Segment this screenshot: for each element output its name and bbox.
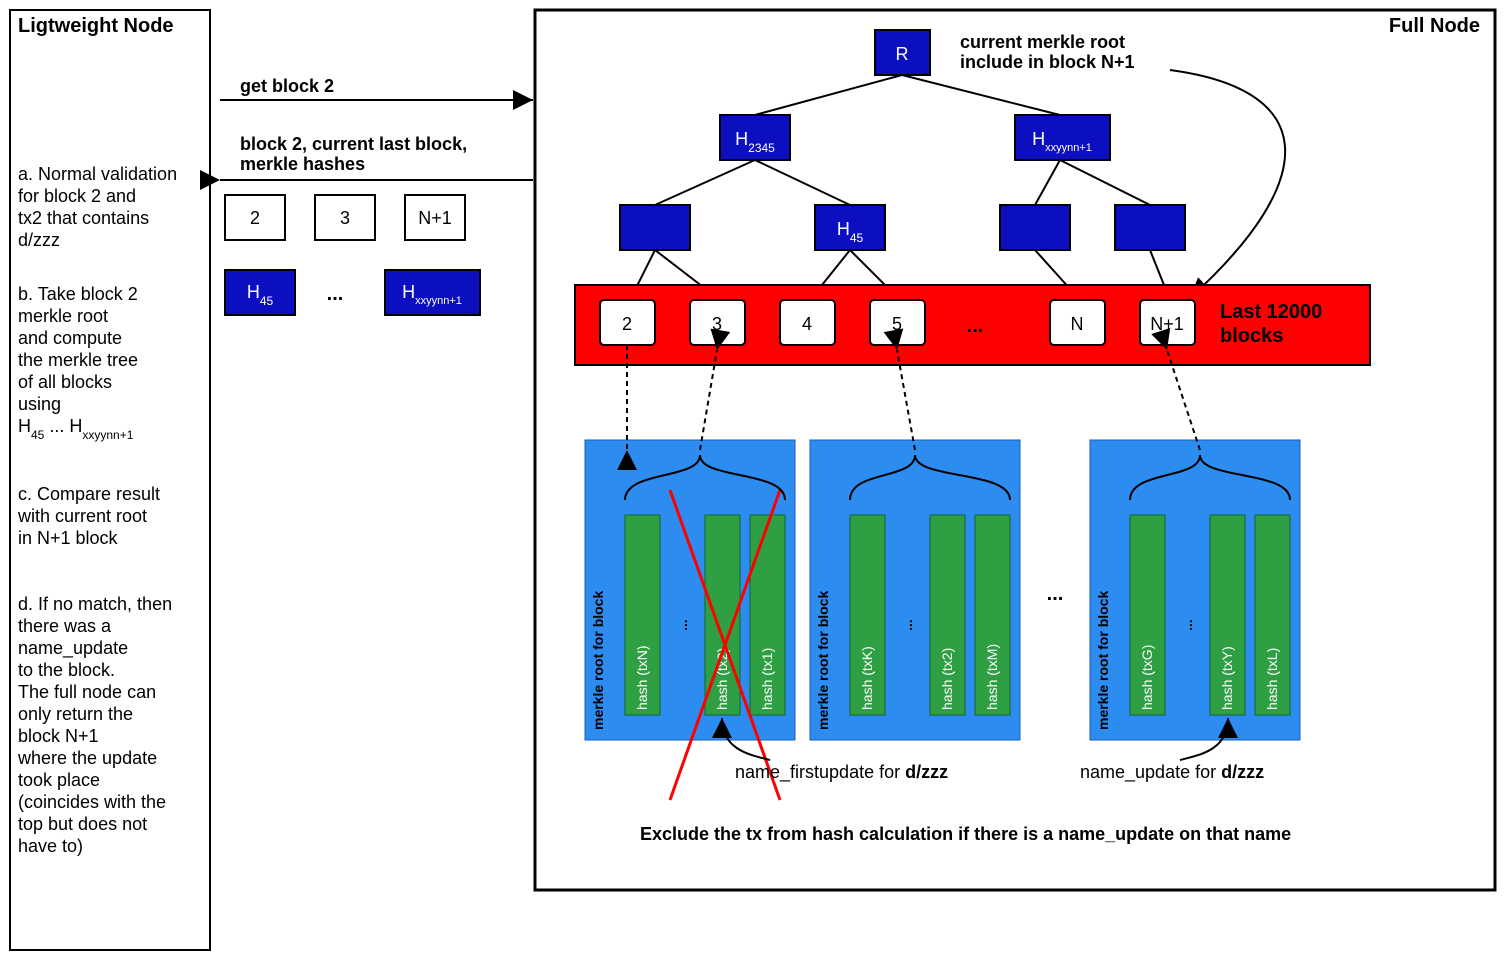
- footer-text: Exclude the tx from hash calculation if …: [640, 824, 1291, 844]
- tree-l3a: [620, 205, 690, 250]
- merkle-box-2: merkle root for block hash (txK) ... has…: [810, 350, 1020, 740]
- svg-text:merkle root for block: merkle root for block: [1095, 591, 1111, 730]
- svg-text:R: R: [896, 44, 909, 64]
- root-note-arrow: [1170, 70, 1285, 298]
- svg-text:merkle root for block: merkle root for block: [815, 591, 831, 730]
- step-d: d. If no match, then there was a name_up…: [17, 594, 177, 856]
- step-b: b. Take block 2 merkle root and compute …: [18, 284, 143, 442]
- svg-text:hash (txY): hash (txY): [1219, 646, 1235, 710]
- step-a: a. Normal validation for block 2 and tx2…: [18, 164, 182, 250]
- step-c: c. Compare result with current root in N…: [17, 484, 165, 548]
- response-label: block 2, current last block, merkle hash…: [240, 134, 472, 174]
- tree-l3d: [1115, 205, 1185, 250]
- merkle-box-3: merkle root for block hash (txG) ... has…: [1090, 350, 1300, 740]
- merkle-box-1: merkle root for block hash (txN) ... has…: [585, 345, 795, 800]
- lightweight-title: Ligtweight Node: [18, 15, 174, 37]
- svg-text:hash (tx1): hash (tx1): [759, 648, 775, 710]
- svg-text:...: ...: [327, 283, 344, 305]
- annot2: name_update for d/zzz: [1080, 762, 1264, 783]
- svg-text:...: ...: [674, 619, 690, 631]
- svg-text:2: 2: [250, 208, 260, 228]
- annot1: name_firstupdate for d/zzz: [735, 762, 948, 783]
- svg-text:hash (txL): hash (txL): [1264, 648, 1280, 710]
- svg-text:hash (txK): hash (txK): [859, 646, 875, 710]
- request-label: get block 2: [240, 76, 334, 96]
- full-node-title: Full Node: [1389, 15, 1480, 37]
- svg-text:N: N: [1071, 314, 1084, 334]
- root-note: current merkle root include in block N+1: [960, 32, 1135, 72]
- response-blocks: 2 3 N+1: [225, 195, 465, 240]
- leaf-blocks: 2 3 4 5 ... N N+1: [600, 300, 1195, 345]
- tree-l3c: [1000, 205, 1070, 250]
- svg-text:N+1: N+1: [418, 208, 452, 228]
- svg-text:...: ...: [899, 619, 915, 631]
- svg-text:merkle root for block: merkle root for block: [590, 591, 606, 730]
- svg-text:4: 4: [802, 314, 812, 334]
- tree-edges: [630, 75, 1170, 300]
- svg-text:hash (txN): hash (txN): [634, 645, 650, 710]
- svg-text:2: 2: [622, 314, 632, 334]
- svg-text:N+1: N+1: [1150, 314, 1184, 334]
- svg-text:...: ...: [967, 315, 984, 337]
- between-dots: ...: [1047, 583, 1064, 605]
- svg-text:5: 5: [892, 314, 902, 334]
- svg-text:hash (tx2): hash (tx2): [939, 648, 955, 710]
- svg-text:hash (txM): hash (txM): [984, 644, 1000, 710]
- response-hashes: H45 ... Hxxyynn+1: [225, 270, 480, 315]
- svg-text:3: 3: [712, 314, 722, 334]
- svg-text:hash (txG): hash (txG): [1139, 645, 1155, 710]
- svg-text:3: 3: [340, 208, 350, 228]
- svg-text:...: ...: [1179, 619, 1195, 631]
